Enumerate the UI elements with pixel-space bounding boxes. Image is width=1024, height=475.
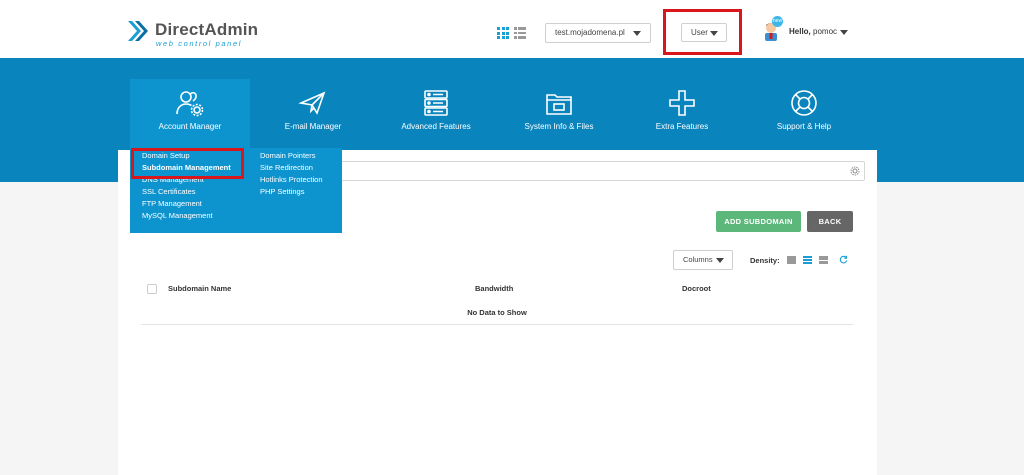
nav-extra-features[interactable]: Extra Features — [622, 79, 742, 149]
user-greeting[interactable]: Hello, pomoc — [789, 27, 837, 36]
menu-item-domain-pointers[interactable]: Domain Pointers — [260, 151, 315, 160]
menu-item-ssl-certificates[interactable]: SSL Certificates — [142, 187, 196, 196]
username: pomoc — [813, 27, 838, 36]
nav-label: E-mail Manager — [284, 122, 342, 131]
top-header: DirectAdmin web control panel test.mojad… — [0, 0, 1024, 58]
logo[interactable]: DirectAdmin web control panel — [128, 19, 268, 48]
plus-icon — [669, 90, 695, 116]
column-header-bandwidth[interactable]: Bandwidth — [475, 284, 513, 293]
users-gear-icon — [176, 91, 204, 117]
logo-arrow-icon — [128, 21, 148, 41]
chevron-down-icon — [716, 258, 724, 263]
gear-icon[interactable] — [850, 166, 860, 176]
columns-dropdown[interactable]: Columns — [673, 250, 733, 270]
annotation-highlight-box — [663, 9, 742, 55]
nav-email-manager[interactable]: E-mail Manager — [253, 79, 373, 149]
table-divider — [141, 324, 853, 325]
server-stack-icon — [424, 90, 448, 116]
density-label: Density: — [750, 256, 780, 265]
list-view-icon[interactable] — [514, 27, 526, 39]
nav-advanced-features[interactable]: Advanced Features — [376, 79, 496, 149]
annotation-highlight-box — [131, 148, 244, 179]
refresh-icon[interactable] — [839, 255, 848, 264]
menu-item-mysql-management[interactable]: MySQL Management — [142, 211, 213, 220]
columns-label: Columns — [683, 255, 713, 264]
chevron-down-icon[interactable] — [840, 30, 848, 35]
nav-system-info-files[interactable]: System Info & Files — [499, 79, 619, 149]
menu-item-hotlinks-protection[interactable]: Hotlinks Protection — [260, 175, 323, 184]
avatar-badge: new — [772, 16, 783, 27]
logo-title: DirectAdmin — [155, 20, 259, 39]
chevron-down-icon — [633, 31, 641, 36]
greeting-text: Hello, — [789, 27, 811, 36]
nav-label: System Info & Files — [524, 122, 594, 131]
add-subdomain-button[interactable]: ADD SUBDOMAIN — [716, 211, 801, 232]
menu-item-site-redirection[interactable]: Site Redirection — [260, 163, 313, 172]
paper-plane-icon — [298, 91, 326, 115]
menu-item-ftp-management[interactable]: FTP Management — [142, 199, 202, 208]
nav-label: Support & Help — [776, 122, 832, 131]
nav-label: Account Manager — [158, 122, 222, 131]
domain-select-value: test.mojadomena.pl — [555, 28, 625, 37]
select-all-checkbox[interactable] — [147, 284, 157, 294]
density-standard-icon[interactable] — [803, 256, 812, 264]
domain-select[interactable]: test.mojadomena.pl — [545, 23, 651, 43]
lifebuoy-icon — [791, 90, 817, 116]
grid-view-icon[interactable] — [497, 27, 509, 39]
folder-icon — [546, 94, 572, 115]
nav-label: Advanced Features — [401, 122, 471, 131]
menu-item-php-settings[interactable]: PHP Settings — [260, 187, 304, 196]
logo-subtitle: web control panel — [156, 39, 242, 48]
column-header-subdomain-name[interactable]: Subdomain Name — [168, 284, 231, 293]
nav-support-help[interactable]: Support & Help — [744, 79, 864, 149]
back-button[interactable]: BACK — [807, 211, 853, 232]
column-header-docroot[interactable]: Docroot — [682, 284, 711, 293]
nav-account-manager[interactable]: Account Manager — [130, 79, 250, 149]
density-compact-icon[interactable] — [787, 256, 796, 264]
empty-table-message: No Data to Show — [467, 308, 527, 317]
nav-label: Extra Features — [655, 122, 709, 131]
density-comfortable-icon[interactable] — [819, 256, 828, 264]
